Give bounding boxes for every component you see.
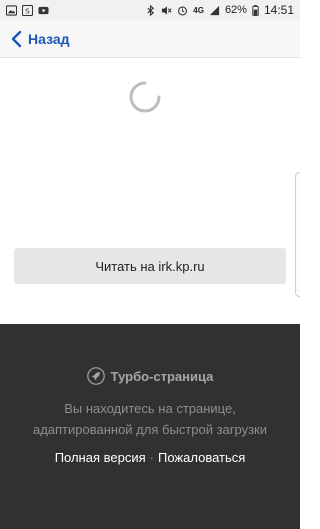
clock: 14:51 [263,3,294,17]
full-version-link[interactable]: Полная версия [55,450,146,465]
turbo-header: Турбо-страница [0,367,300,385]
status-bar: S 4G 62% 14:51 [0,0,300,20]
network-type: 4G [193,5,204,15]
status-left-icons: S [6,4,49,16]
battery-icon [252,4,259,16]
back-button[interactable]: Назад [10,30,70,48]
status-right-icons: 4G 62% 14:51 [145,3,294,17]
report-link[interactable]: Пожаловаться [158,450,245,465]
nav-bar: Назад [0,20,300,58]
mute-icon [161,5,172,16]
loading-spinner-icon [128,80,162,114]
gallery-icon [6,4,17,16]
s-app-icon: S [22,4,33,16]
link-separator: · [149,450,154,465]
turbo-description: Вы находитесь на странице, адаптированно… [32,401,268,437]
bluetooth-icon [145,4,156,16]
read-on-site-button[interactable]: Читать на irk.kp.ru [14,248,286,284]
turbo-label: Турбо-страница [110,368,214,384]
youtube-icon [38,5,49,16]
turbo-footer: Турбо-страница Вы находитесь на странице… [0,324,300,529]
battery-percent: 62% [224,4,247,16]
back-label: Назад [28,30,70,47]
footer-links: Полная версия · Пожаловаться [0,450,300,465]
svg-text:S: S [25,6,30,15]
signal-icon [209,5,220,16]
chevron-left-icon [10,30,22,48]
alarm-icon [177,5,188,16]
edge-panel-handle[interactable] [295,172,300,297]
rocket-icon [86,367,105,385]
